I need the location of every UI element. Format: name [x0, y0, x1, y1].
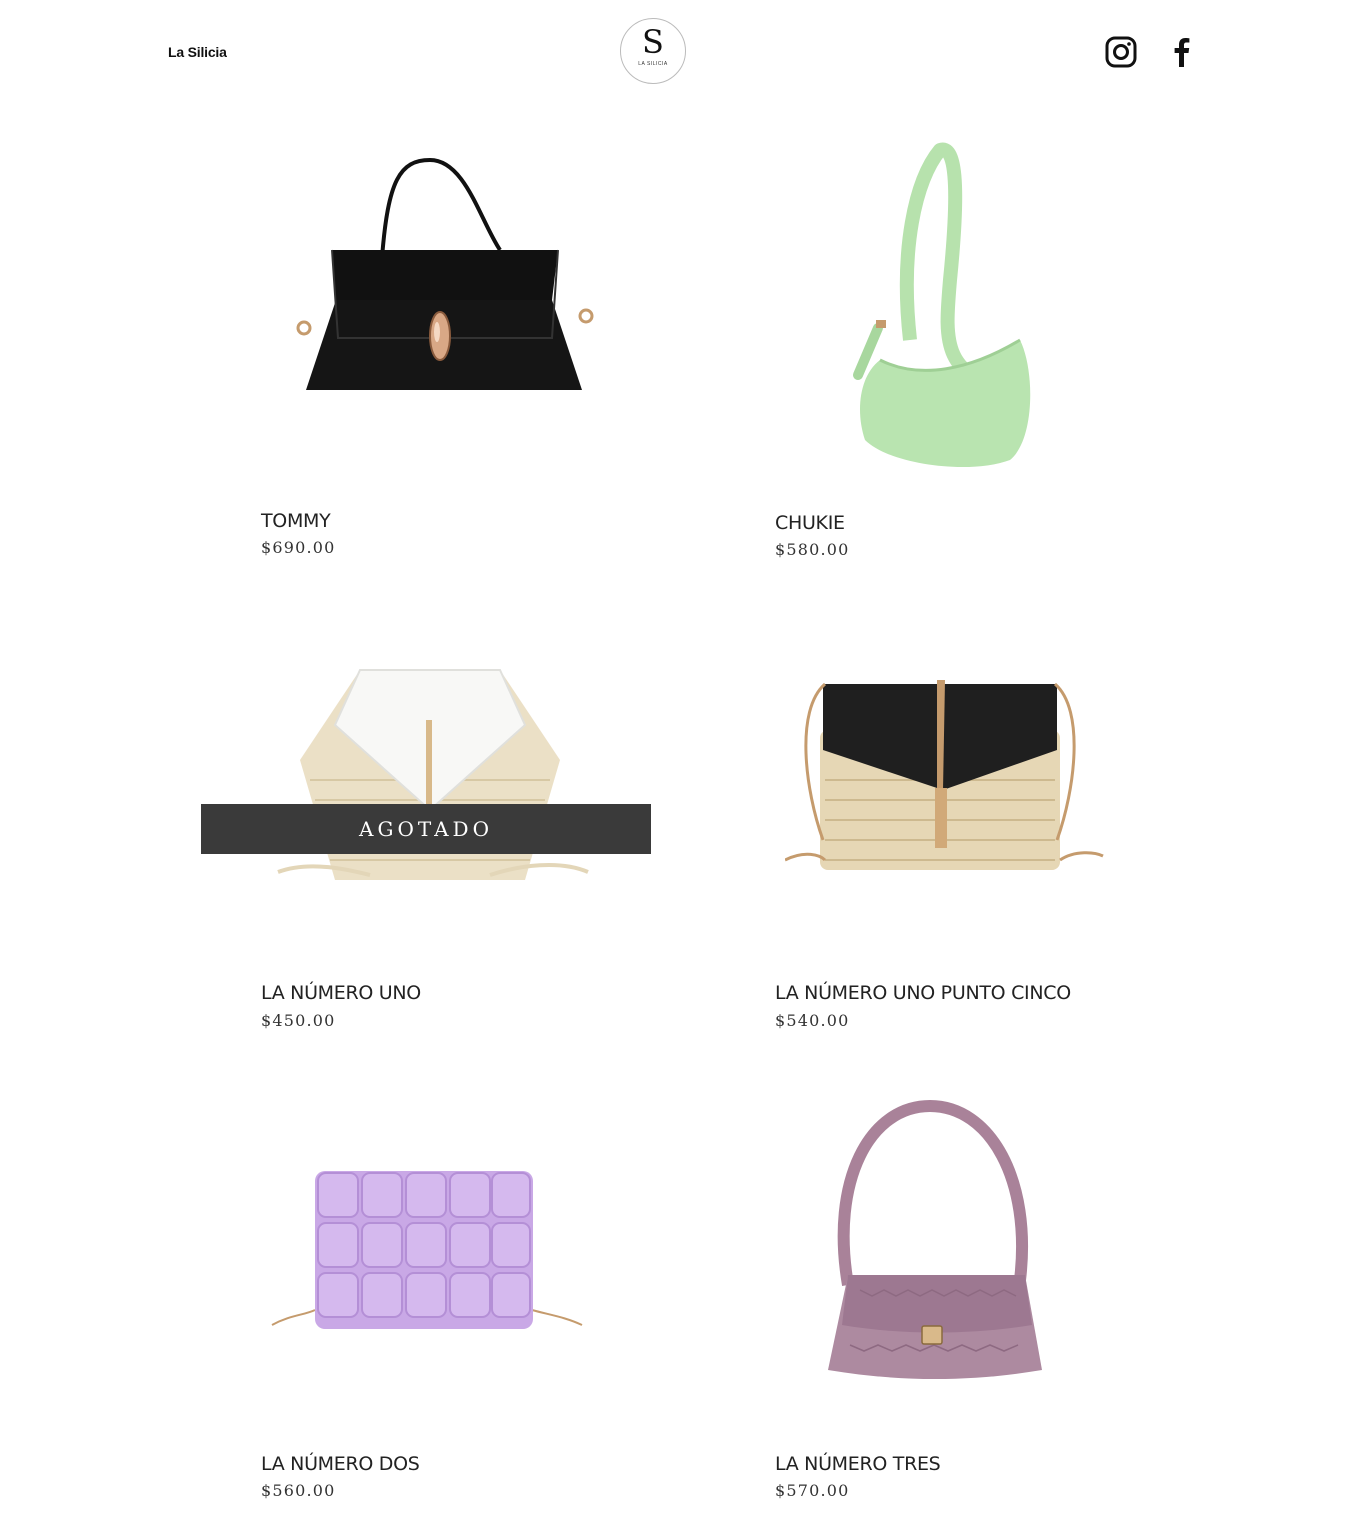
product-image[interactable] [270, 660, 590, 900]
logo-letter: S [642, 23, 664, 61]
logo[interactable]: S LA SILICIA [620, 18, 686, 84]
product-image[interactable] [290, 150, 600, 470]
product-price: $580.00 [775, 540, 850, 559]
product-name[interactable]: LA NÚMERO DOS [261, 1453, 420, 1475]
product-name[interactable]: LA NÚMERO TRES [775, 1453, 941, 1475]
product-price: $450.00 [261, 1011, 336, 1030]
sold-out-badge: AGOTADO [201, 804, 651, 854]
product-name[interactable]: TOMMY [261, 510, 331, 532]
site-header: La Silicia S LA SILICIA [0, 0, 1366, 110]
product-image[interactable] [270, 1165, 590, 1335]
facebook-icon[interactable] [1166, 36, 1198, 68]
product-image[interactable] [785, 670, 1105, 940]
product-name[interactable]: CHUKIE [775, 512, 845, 534]
brand-name[interactable]: La Silicia [168, 44, 227, 60]
product-name[interactable]: LA NÚMERO UNO [261, 982, 421, 1004]
product-image[interactable] [820, 140, 1060, 480]
product-price: $560.00 [261, 1481, 336, 1500]
product-price: $540.00 [775, 1011, 850, 1030]
instagram-icon[interactable] [1105, 36, 1137, 68]
product-name[interactable]: LA NÚMERO UNO PUNTO CINCO [775, 982, 1071, 1004]
product-price: $690.00 [261, 538, 336, 557]
product-image[interactable] [820, 1100, 1050, 1390]
product-price: $570.00 [775, 1481, 850, 1500]
logo-text: LA SILICIA [638, 61, 668, 67]
